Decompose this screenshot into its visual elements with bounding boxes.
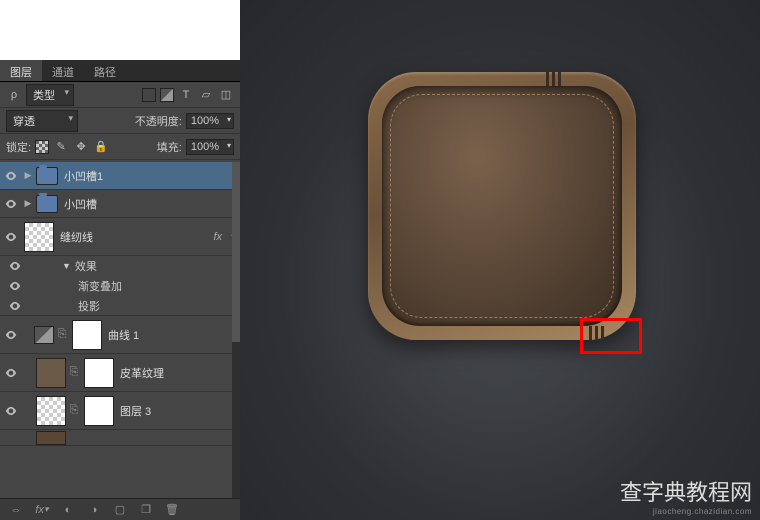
fill-value[interactable]: 100% <box>186 139 234 155</box>
search-icon: ρ <box>6 87 22 103</box>
filter-kind-dropdown[interactable]: 类型 <box>26 84 74 106</box>
visibility-icon[interactable] <box>0 230 22 244</box>
layer-thumb <box>36 431 66 445</box>
stitch-line <box>390 94 614 318</box>
mask-thumb <box>84 358 114 388</box>
blank-area <box>0 0 240 60</box>
layers-panel: 图层 通道 路径 ρ 类型 T ▱ ◫ 穿透 不透明度: 100% 锁定: ✎ … <box>0 0 240 520</box>
visibility-icon[interactable] <box>0 197 22 211</box>
group-icon[interactable]: ▢ <box>112 502 128 518</box>
layer-partial[interactable] <box>0 430 240 446</box>
layer-name: 曲线 1 <box>108 327 240 343</box>
tab-channels[interactable]: 通道 <box>42 60 84 81</box>
canvas-area[interactable]: 查字典教程网 jiaocheng.chazidian.com <box>240 0 760 520</box>
adjustment-thumb <box>34 326 54 344</box>
visibility-icon[interactable] <box>0 366 22 380</box>
top-notch <box>552 72 555 86</box>
layer-name: 皮革纹理 <box>120 365 240 381</box>
layers-footer: ⇔ fx▾ ◐ ◑ ▢ ❐ 🗑 <box>0 498 240 520</box>
top-notch <box>558 72 561 86</box>
layer-name: 小凹槽1 <box>64 168 240 184</box>
filter-pixel-icon[interactable] <box>142 88 156 102</box>
layer-thumb <box>36 396 66 426</box>
layers-scrollbar[interactable] <box>232 162 240 498</box>
chevron-down-icon[interactable]: ▼ <box>62 261 71 271</box>
fx-badge[interactable]: fx <box>213 231 222 243</box>
filter-smart-icon[interactable]: ◫ <box>218 87 234 103</box>
mask-icon[interactable]: ◐ <box>60 502 76 518</box>
watermark: 查字典教程网 jiaocheng.chazidian.com <box>620 475 752 516</box>
visibility-icon[interactable] <box>0 328 22 342</box>
link-layers-icon[interactable]: ⇔ <box>8 502 24 518</box>
expand-icon[interactable]: ▶ <box>22 198 34 209</box>
filter-type-icon[interactable]: T <box>178 87 194 103</box>
opacity-value[interactable]: 100% <box>186 113 234 129</box>
effect-label: 投影 <box>78 298 100 314</box>
layer-options: ρ 类型 T ▱ ◫ 穿透 不透明度: 100% 锁定: ✎ ✥ 🔒 填充: 1… <box>0 82 240 160</box>
visibility-icon[interactable] <box>0 404 22 418</box>
layer-curves[interactable]: ⎘ 曲线 1 <box>0 316 240 354</box>
layer-stitch[interactable]: 缝纫线 fx ▼ <box>0 218 240 256</box>
visibility-icon[interactable] <box>4 259 26 273</box>
effect-label: 渐变叠加 <box>78 278 122 294</box>
adjustment-icon[interactable]: ◑ <box>86 502 102 518</box>
folder-icon <box>36 195 58 213</box>
top-notch <box>546 72 549 86</box>
layer-group-1[interactable]: ▶ 小凹槽1 <box>0 162 240 190</box>
effect-gradient-overlay[interactable]: 渐变叠加 <box>0 276 240 296</box>
artwork-icon <box>368 72 636 340</box>
visibility-icon[interactable] <box>4 279 26 293</box>
lock-label: 锁定: <box>6 139 31 155</box>
visibility-icon[interactable] <box>0 169 22 183</box>
highlight-box <box>580 318 642 354</box>
link-icon[interactable]: ⎘ <box>66 404 82 417</box>
layer-thumb <box>24 222 54 252</box>
filter-adjust-icon[interactable] <box>160 88 174 102</box>
tab-layers[interactable]: 图层 <box>0 60 42 81</box>
opacity-label: 不透明度: <box>135 113 182 129</box>
expand-icon[interactable]: ▶ <box>22 170 34 181</box>
effects-heading: ▼ 效果 <box>0 256 240 276</box>
link-icon[interactable]: ⎘ <box>54 328 70 341</box>
layer-name: 图层 3 <box>120 403 240 419</box>
fx-icon[interactable]: fx▾ <box>34 502 50 518</box>
watermark-title: 查字典教程网 <box>620 475 752 507</box>
mask-thumb <box>72 320 102 350</box>
layer-name: 小凹槽 <box>64 196 240 212</box>
layer-name: 缝纫线 <box>60 229 213 245</box>
effects-label: 效果 <box>75 258 97 274</box>
delete-icon[interactable]: 🗑 <box>164 502 180 518</box>
layer-leather[interactable]: ⎘ 皮革纹理 <box>0 354 240 392</box>
effect-drop-shadow[interactable]: 投影 <box>0 296 240 316</box>
panel-tabs: 图层 通道 路径 <box>0 60 240 82</box>
mask-thumb <box>84 396 114 426</box>
layer-thumb <box>36 358 66 388</box>
visibility-icon[interactable] <box>4 299 26 313</box>
tab-paths[interactable]: 路径 <box>84 60 126 81</box>
blend-mode-dropdown[interactable]: 穿透 <box>6 110 78 132</box>
lock-transparency-icon[interactable] <box>35 140 49 154</box>
layer-group-2[interactable]: ▶ 小凹槽 <box>0 190 240 218</box>
folder-icon <box>36 167 58 185</box>
lock-pixels-icon[interactable]: ✎ <box>53 139 69 155</box>
layer-3[interactable]: ⎘ 图层 3 <box>0 392 240 430</box>
link-icon[interactable]: ⎘ <box>66 366 82 379</box>
lock-position-icon[interactable]: ✥ <box>73 139 89 155</box>
layers-list: ▶ 小凹槽1 ▶ 小凹槽 缝纫线 fx ▼ ▼ 效果 渐变叠加 <box>0 162 240 498</box>
scrollbar-thumb[interactable] <box>232 162 240 342</box>
new-layer-icon[interactable]: ❐ <box>138 502 154 518</box>
lock-all-icon[interactable]: 🔒 <box>93 139 109 155</box>
watermark-url: jiaocheng.chazidian.com <box>620 507 752 516</box>
filter-shape-icon[interactable]: ▱ <box>198 87 214 103</box>
fill-label: 填充: <box>157 139 182 155</box>
